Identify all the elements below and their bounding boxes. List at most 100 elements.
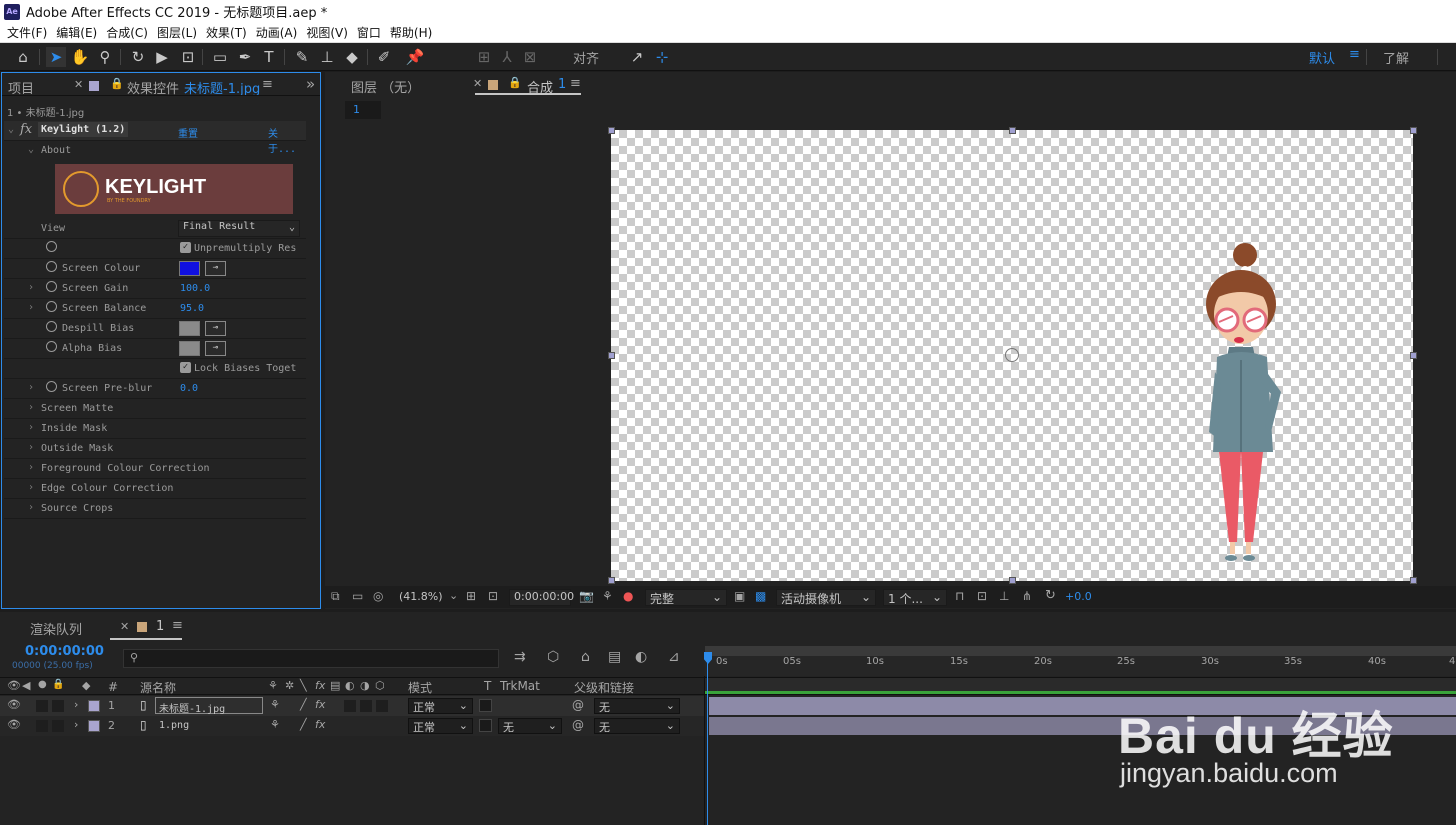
solo-toggle[interactable] [36,720,48,732]
switch-box[interactable] [344,700,356,712]
draft-3d-icon[interactable]: ⬡ [547,649,559,665]
motion-blur-icon[interactable]: ◐ [635,649,647,665]
eye-icon[interactable]: 👁 [7,698,21,711]
comp-mini-flowchart-icon[interactable]: ⇉ [514,649,526,665]
shy-switch-icon[interactable]: ⚘ [268,679,278,692]
pick-whip-icon[interactable]: @ [572,718,584,732]
snap-grid-icon[interactable]: ⊹ [652,47,672,67]
graph-editor-icon[interactable]: ⊿ [668,649,680,665]
panel-menu-icon[interactable]: ≡ [262,77,273,92]
chevron-right-icon[interactable]: › [28,402,34,413]
effect-group-row[interactable]: › Source Crops [4,499,306,519]
adjustment-switch-icon[interactable]: ◑ [360,679,370,692]
view-dropdown[interactable]: Final Result ⌄ [178,220,300,237]
shy-switch-icon[interactable]: ⚘ [270,718,280,731]
menu-effect[interactable]: 效果(T) [199,24,247,41]
lock-biases-checkbox[interactable]: ✓ [180,362,191,373]
camera-snapshot-icon[interactable]: 📷 [579,589,594,603]
chevron-down-icon[interactable]: ⌄ [449,589,458,602]
toggle-timeline-icon[interactable]: ⊡ [977,589,987,603]
chevron-right-icon[interactable]: › [28,442,34,453]
show-snapshot-icon[interactable]: ⚘ [602,589,613,603]
chevron-right-icon[interactable]: › [74,718,78,731]
menu-view[interactable]: 视图(V) [299,24,348,41]
composition-canvas[interactable] [611,130,1413,581]
parent-dropdown[interactable]: 无 ⌄ [594,718,680,734]
resolution-dropdown[interactable]: 完整 ⌄ [645,589,727,606]
shy-layers-icon[interactable]: ⌂ [581,649,590,665]
lock-toggle[interactable] [52,720,64,732]
trkmat-dropdown[interactable]: 无 ⌄ [498,718,562,734]
playhead-line[interactable] [707,662,708,825]
menu-file[interactable]: 文件(F) [0,24,47,41]
stopwatch-icon[interactable] [46,381,57,392]
blend-mode-dropdown[interactable]: 正常 ⌄ [408,718,473,734]
camera-tool-icon[interactable]: ▶ [152,47,172,67]
frame-blend-switch-icon[interactable]: ▤ [330,679,340,692]
eyedropper-icon[interactable]: ⊸ [205,341,226,356]
solo-toggle[interactable] [36,700,48,712]
chevron-right-icon[interactable]: › [28,482,34,493]
workspace-default[interactable]: 默认 [1309,48,1335,67]
panel-menu-icon[interactable]: ≡ [172,618,183,633]
lock-icon[interactable]: 🔒 [110,77,124,90]
camera-dropdown[interactable]: 活动摄像机 ⌄ [776,589,876,606]
effect-switch-icon[interactable]: fx [315,718,325,731]
snap-options-icon[interactable]: ↗ [627,47,647,67]
chevron-right-icon[interactable]: › [28,502,34,513]
panel-menu-icon[interactable]: ≡ [570,76,581,91]
puppet-pin-tool-icon[interactable]: 📌 [405,47,425,67]
comp-flowchart-icon[interactable]: ⊥ [999,589,1009,603]
menu-composition[interactable]: 合成(C) [99,24,148,41]
transform-handle[interactable] [1410,577,1417,584]
brush-tool-icon[interactable]: ✎ [292,47,312,67]
local-axis-icon[interactable]: ⊞ [474,47,494,67]
stopwatch-icon[interactable] [46,321,57,332]
workspace-learn[interactable]: 了解 [1383,48,1409,67]
collapse-switch-icon[interactable]: ✲ [285,679,294,692]
anchor-point-icon[interactable] [1005,348,1019,362]
rotate-tool-icon[interactable]: ↻ [128,47,148,67]
stopwatch-icon[interactable] [46,281,57,292]
frame-blending-icon[interactable]: ▤ [608,649,621,665]
zoom-level[interactable]: (41.8%) [399,590,443,603]
transform-handle[interactable] [1009,577,1016,584]
screen-preblur-value[interactable]: 0.0 [180,383,198,394]
about-group-row[interactable]: ⌄ About [4,141,306,161]
safe-margins-icon[interactable]: ⊞ [466,589,476,603]
eye-icon[interactable]: 👁 [7,718,21,731]
quality-switch-icon[interactable]: ╱ [300,698,307,711]
roto-brush-tool-icon[interactable]: ✐ [374,47,394,67]
transform-handle[interactable] [608,577,615,584]
reset-exposure-icon[interactable]: ↻ [1045,588,1056,603]
transform-handle[interactable] [1410,352,1417,359]
label-icon[interactable]: ◆ [82,679,90,692]
chevron-right-icon[interactable]: › [74,698,78,711]
preserve-transparency-toggle[interactable] [479,699,492,712]
preserve-transparency-toggle[interactable] [479,719,492,732]
stopwatch-icon[interactable] [46,261,57,272]
current-time-display[interactable]: 0:00:00:00 [25,644,104,659]
clone-stamp-tool-icon[interactable]: ⊥ [317,47,337,67]
switch-box[interactable] [360,700,372,712]
eyedropper-icon[interactable]: ⊸ [205,321,226,336]
menu-window[interactable]: 窗口 [350,24,381,41]
stopwatch-icon[interactable] [46,301,57,312]
chevron-right-icon[interactable]: › [28,302,34,313]
eraser-tool-icon[interactable]: ◆ [342,47,362,67]
effect-group-row[interactable]: › Inside Mask [4,419,306,439]
time-ruler[interactable] [705,656,1456,676]
switch-box[interactable] [376,700,388,712]
stopwatch-icon[interactable] [46,241,57,252]
close-icon[interactable]: ✕ [74,78,83,91]
effect-group-row[interactable]: › Screen Matte [4,399,306,419]
current-time-field[interactable]: 0:00:00:00 [509,589,574,606]
column-source-name[interactable]: 源名称 [140,679,176,696]
eyedropper-icon[interactable]: ⊸ [205,261,226,276]
alpha-bias-swatch[interactable] [179,341,200,356]
layer-label-color[interactable] [88,720,100,732]
tab-timeline-comp[interactable]: 1 [156,619,164,634]
transform-handle[interactable] [608,127,615,134]
world-axis-icon[interactable]: ⅄ [497,47,517,67]
layer-row[interactable]: 👁 › 2 ▯ 1.png ⚘ ╱ fx 正常 ⌄ 无 ⌄ @ 无 ⌄ [0,716,705,736]
